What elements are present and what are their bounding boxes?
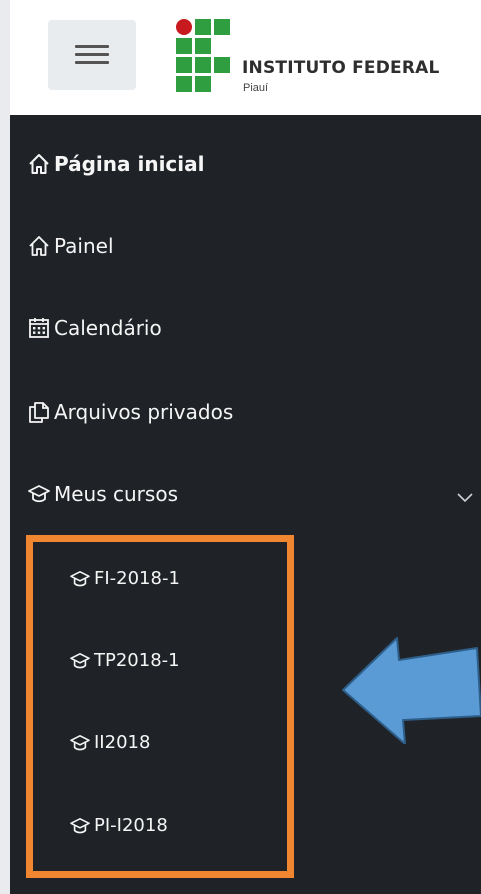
menu-toggle-button[interactable] <box>48 20 136 90</box>
logo-campus: Piauí <box>243 82 269 94</box>
nav-item-home[interactable]: Página inicial <box>28 152 205 176</box>
nav-item-label: Arquivos privados <box>54 400 234 424</box>
nav-item-dashboard[interactable]: Painel <box>28 234 114 258</box>
institution-logo[interactable]: INSTITUTO FEDERAL Piauí <box>175 18 475 98</box>
annotation-highlight-box <box>26 535 294 878</box>
chevron-down-icon[interactable] <box>456 488 474 506</box>
nav-item-private-files[interactable]: Arquivos privados <box>28 400 233 424</box>
nav-item-label: Painel <box>54 234 114 258</box>
graduation-cap-icon <box>28 483 50 505</box>
nav-item-label: Página inicial <box>54 152 205 176</box>
files-icon <box>28 401 50 423</box>
nav-item-label: Calendário <box>54 316 162 340</box>
nav-item-label: Meus cursos <box>54 482 178 506</box>
logo-name: INSTITUTO FEDERAL <box>242 58 440 78</box>
nav-item-calendar[interactable]: Calendário <box>28 316 162 340</box>
annotation-arrow-icon <box>342 637 481 744</box>
navbar: INSTITUTO FEDERAL Piauí <box>10 0 481 115</box>
nav-item-my-courses[interactable]: Meus cursos <box>28 482 178 506</box>
home-icon <box>28 235 50 257</box>
hamburger-icon <box>75 45 109 65</box>
home-icon <box>28 153 50 175</box>
if-logo-mark <box>176 19 230 92</box>
calendar-icon <box>28 317 50 339</box>
